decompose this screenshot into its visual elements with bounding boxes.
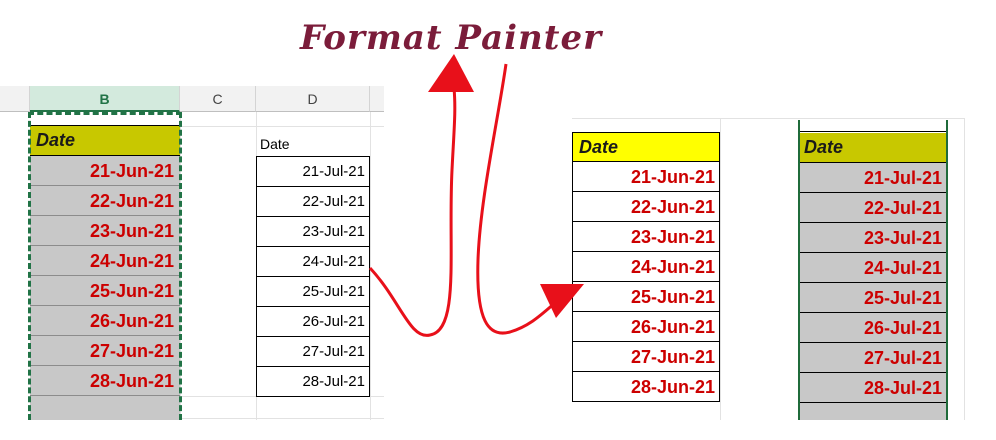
arrow-curve-up <box>368 87 457 337</box>
arrow-head-right-icon <box>540 284 584 318</box>
annotation-arrows <box>368 54 584 337</box>
arrow-head-up-icon <box>428 54 474 92</box>
